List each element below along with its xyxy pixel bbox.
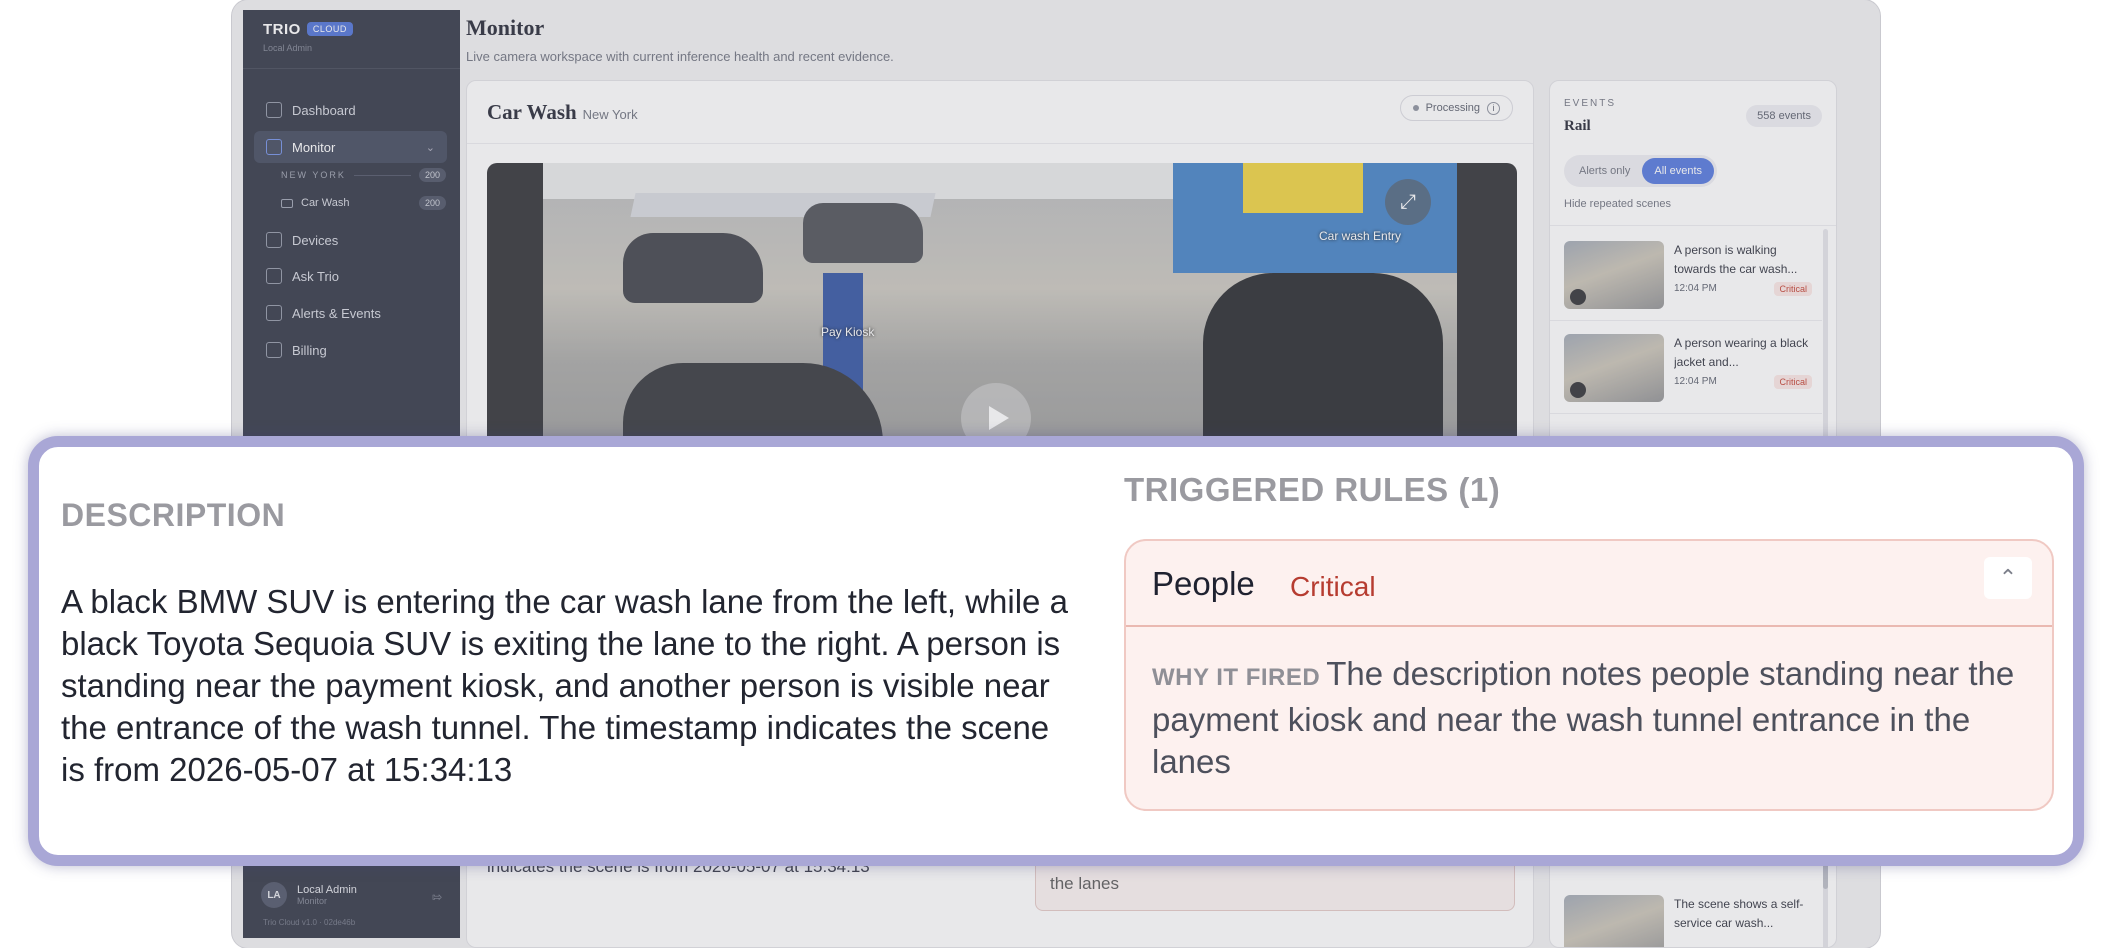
event-item[interactable]: A person wearing a black jacket and... 1… bbox=[1550, 322, 1822, 414]
rule-name: People bbox=[1152, 565, 1255, 602]
severity-badge: Critical bbox=[1774, 282, 1812, 296]
zoom-callout: DESCRIPTION A black BMW SUV is entering … bbox=[28, 436, 2084, 866]
frame-car bbox=[623, 233, 763, 303]
event-filter: Alerts only All events bbox=[1564, 155, 1718, 187]
hide-repeated-toggle[interactable]: Hide repeated scenes bbox=[1564, 198, 1671, 210]
event-text: A person wearing a black jacket and... bbox=[1674, 336, 1809, 369]
user-name: Local Admin bbox=[297, 884, 357, 896]
user-role: Monitor bbox=[297, 896, 328, 906]
camera-item-car-wash[interactable]: Car Wash 200 bbox=[281, 196, 446, 210]
event-item[interactable]: The scene shows a self-service car wash.… bbox=[1550, 883, 1822, 947]
rail-kicker: EVENTS bbox=[1564, 98, 1617, 109]
sidebar-item-label: Alerts & Events bbox=[292, 305, 381, 321]
event-text: The scene shows a self-service car wash.… bbox=[1674, 897, 1804, 930]
rule-card: People Critical ⌃ WHY IT FIRED The descri… bbox=[1124, 539, 2054, 811]
sidebar-item-dashboard[interactable]: Dashboard bbox=[254, 94, 447, 126]
event-time: 12:04 PM bbox=[1674, 283, 1717, 294]
page-title: Monitor bbox=[466, 15, 545, 40]
status-badge[interactable]: Processing i bbox=[1399, 95, 1513, 121]
rule-header[interactable]: People Critical ⌃ bbox=[1126, 541, 2052, 627]
sidebar-item-label: Billing bbox=[292, 342, 327, 358]
status-dot-icon bbox=[1412, 105, 1419, 111]
triggered-rules-heading: TRIGGERED RULES (1) bbox=[1124, 471, 1501, 508]
event-count-badge: 558 events bbox=[1746, 105, 1822, 127]
rail-divider bbox=[1550, 225, 1836, 226]
screenshot-stage: TRIO CLOUD Local Admin Dashboard Monitor ⌄… bbox=[0, 0, 2112, 948]
event-thumbnail bbox=[1564, 241, 1664, 309]
zone-label-entry: Car wash Entry bbox=[1319, 229, 1402, 243]
camera-item-label: Car Wash bbox=[301, 197, 350, 209]
camera-title: Car Wash New York bbox=[487, 100, 638, 125]
camera-count-badge: 200 bbox=[418, 196, 446, 210]
sidebar-item-label: Dashboard bbox=[292, 102, 356, 118]
frame-car bbox=[803, 203, 923, 263]
dashboard-icon bbox=[266, 102, 282, 118]
sidebar-item-billing[interactable]: Billing bbox=[254, 334, 447, 366]
camera-name: Car Wash bbox=[487, 100, 577, 124]
page-subtitle: Live camera workspace with current infer… bbox=[466, 49, 894, 64]
brand-name: TRIO bbox=[263, 21, 301, 38]
rule-severity: Critical bbox=[1290, 571, 1376, 602]
status-label: Processing bbox=[1425, 102, 1480, 114]
camera-city: New York bbox=[582, 107, 638, 122]
description-text: A black BMW SUV is entering the car wash… bbox=[61, 583, 1068, 788]
chevron-up-icon[interactable]: ⌃ bbox=[1984, 557, 2032, 599]
card-icon bbox=[266, 342, 282, 358]
sidebar-item-label: Monitor bbox=[292, 139, 336, 155]
description-heading: DESCRIPTION bbox=[61, 497, 286, 533]
avatar: LA bbox=[261, 882, 287, 908]
camera-icon bbox=[281, 198, 293, 208]
rule-explanation: WHY IT FIRED The description notes people… bbox=[1152, 653, 2032, 783]
info-icon[interactable]: i bbox=[1487, 101, 1500, 115]
event-thumbnail bbox=[1564, 895, 1664, 947]
devices-icon bbox=[266, 232, 282, 248]
rail-title: Rail bbox=[1564, 118, 1591, 134]
zone-label-kiosk: Pay Kiosk bbox=[821, 325, 875, 339]
sidebar-item-ask-trio[interactable]: Ask Trio bbox=[254, 260, 447, 292]
cloud-badge: CLOUD bbox=[306, 22, 353, 36]
camera-icon bbox=[266, 139, 282, 155]
sidebar-item-alerts-events[interactable]: Alerts & Events bbox=[254, 297, 447, 329]
group-count-badge: 200 bbox=[418, 168, 446, 182]
filter-alerts-only[interactable]: Alerts only bbox=[1567, 158, 1642, 184]
why-label: WHY IT FIRED bbox=[1152, 664, 1321, 691]
severity-badge: Critical bbox=[1774, 375, 1812, 389]
location-group-new-york[interactable]: NEW YORK 200 bbox=[281, 168, 446, 182]
group-label: NEW YORK bbox=[281, 170, 346, 180]
frame-sign bbox=[1243, 163, 1363, 213]
play-icon[interactable] bbox=[1570, 382, 1586, 398]
logout-icon[interactable]: ⇰ bbox=[432, 890, 442, 904]
brand-logo[interactable]: TRIO CLOUD bbox=[263, 21, 353, 38]
sidebar-item-label: Ask Trio bbox=[292, 268, 339, 284]
event-thumbnail bbox=[1564, 334, 1664, 402]
event-text: A person is walking towards the car wash… bbox=[1674, 243, 1798, 276]
brand-subtitle: Local Admin bbox=[263, 43, 313, 53]
play-icon[interactable] bbox=[1570, 289, 1586, 305]
event-time: 12:04 PM bbox=[1674, 376, 1717, 387]
bell-icon bbox=[266, 305, 282, 321]
expand-icon[interactable]: ⤢ bbox=[1385, 179, 1431, 225]
user-profile[interactable]: LA Local Admin Monitor bbox=[261, 882, 357, 908]
sidebar-item-devices[interactable]: Devices bbox=[254, 224, 447, 256]
filter-all-events[interactable]: All events bbox=[1642, 158, 1715, 184]
card-divider bbox=[467, 143, 1533, 144]
sidebar-item-label: Devices bbox=[292, 232, 339, 248]
version-label: Trio Cloud v1.0 · 02de46b bbox=[263, 918, 356, 927]
sidebar-divider bbox=[243, 68, 460, 69]
chat-icon bbox=[266, 268, 282, 284]
sidebar-item-monitor[interactable]: Monitor ⌄ bbox=[254, 131, 447, 163]
group-rule bbox=[353, 174, 411, 176]
chevron-down-icon[interactable]: ⌄ bbox=[426, 141, 435, 154]
event-item[interactable]: A person is walking towards the car wash… bbox=[1550, 229, 1822, 321]
